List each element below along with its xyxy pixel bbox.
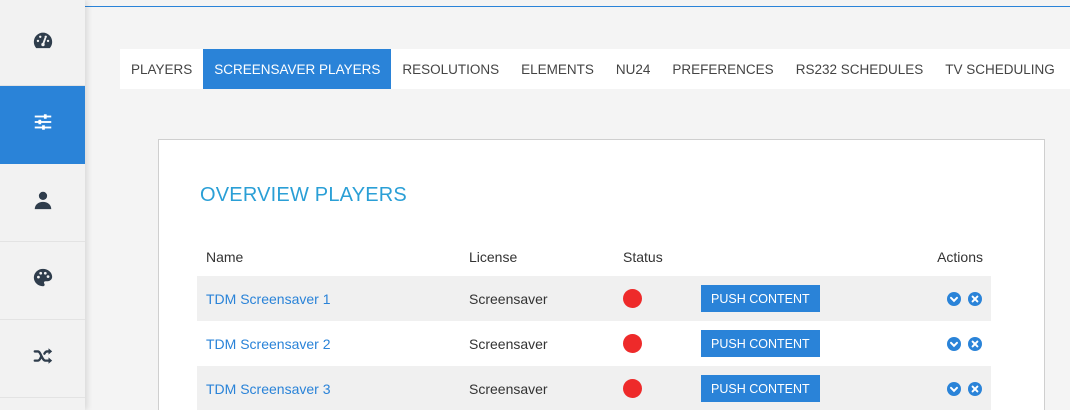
table-row: TDM Screensaver 3 Screensaver PUSH CONTE… [197,366,991,410]
sidebar-item-users[interactable] [0,164,85,242]
overview-players-panel: OVERVIEW PLAYERS Name License Status Act… [158,139,1045,410]
tab-elements[interactable]: ELEMENTS [510,49,605,89]
shuffle-icon [32,345,54,372]
chevron-down-circle-icon[interactable] [947,336,961,351]
table-row: TDM Screensaver 1 Screensaver PUSH CONTE… [197,276,991,321]
table-row: TDM Screensaver 2 Screensaver PUSH CONTE… [197,321,991,366]
tab-tv-scheduling[interactable]: TV SCHEDULING [934,49,1066,89]
palette-icon [32,267,54,294]
tab-players[interactable]: PLAYERS [120,49,203,89]
chevron-down-circle-icon[interactable] [947,291,961,306]
status-offline-icon [623,334,642,353]
column-header-status: Status [623,249,663,265]
sidebar-item-dashboard[interactable] [0,0,85,86]
tab-bar: PLAYERS SCREENSAVER PLAYERS RESOLUTIONS … [120,49,1070,89]
sliders-icon [32,111,54,138]
column-header-name: Name [206,249,244,265]
sidebar-item-shuffle[interactable] [0,320,85,398]
license-cell: Screensaver [469,335,548,352]
push-content-button[interactable]: PUSH CONTENT [701,330,820,357]
status-offline-icon [623,289,642,308]
license-cell: Screensaver [469,290,548,307]
push-content-button[interactable]: PUSH CONTENT [701,375,820,402]
tab-screensaver-players[interactable]: SCREENSAVER PLAYERS [203,49,392,89]
column-header-actions: Actions [937,249,983,265]
status-offline-icon [623,379,642,398]
table-header: Name License Status Actions [197,238,991,276]
dashboard-icon [32,29,54,56]
delete-circle-icon[interactable] [968,381,982,396]
top-accent-line [85,6,1070,7]
player-name-link[interactable]: TDM Screensaver 1 [206,291,330,307]
player-name-link[interactable]: TDM Screensaver 3 [206,381,330,397]
tab-resolutions[interactable]: RESOLUTIONS [391,49,510,89]
column-header-license: License [469,249,518,265]
tab-preferences[interactable]: PREFERENCES [661,49,784,89]
sidebar [0,0,85,410]
players-table: Name License Status Actions TDM Screensa… [197,238,991,410]
tab-nu24[interactable]: NU24 [605,49,662,89]
license-cell: Screensaver [469,380,548,397]
tab-rs232-schedules[interactable]: RS232 SCHEDULES [785,49,935,89]
panel-title: OVERVIEW PLAYERS [200,184,407,206]
user-icon [32,189,54,216]
push-content-button[interactable]: PUSH CONTENT [701,285,820,312]
sidebar-item-themes[interactable] [0,242,85,320]
sidebar-item-settings[interactable] [0,86,85,164]
delete-circle-icon[interactable] [968,336,982,351]
player-name-link[interactable]: TDM Screensaver 2 [206,336,330,352]
delete-circle-icon[interactable] [968,291,982,306]
chevron-down-circle-icon[interactable] [947,381,961,396]
